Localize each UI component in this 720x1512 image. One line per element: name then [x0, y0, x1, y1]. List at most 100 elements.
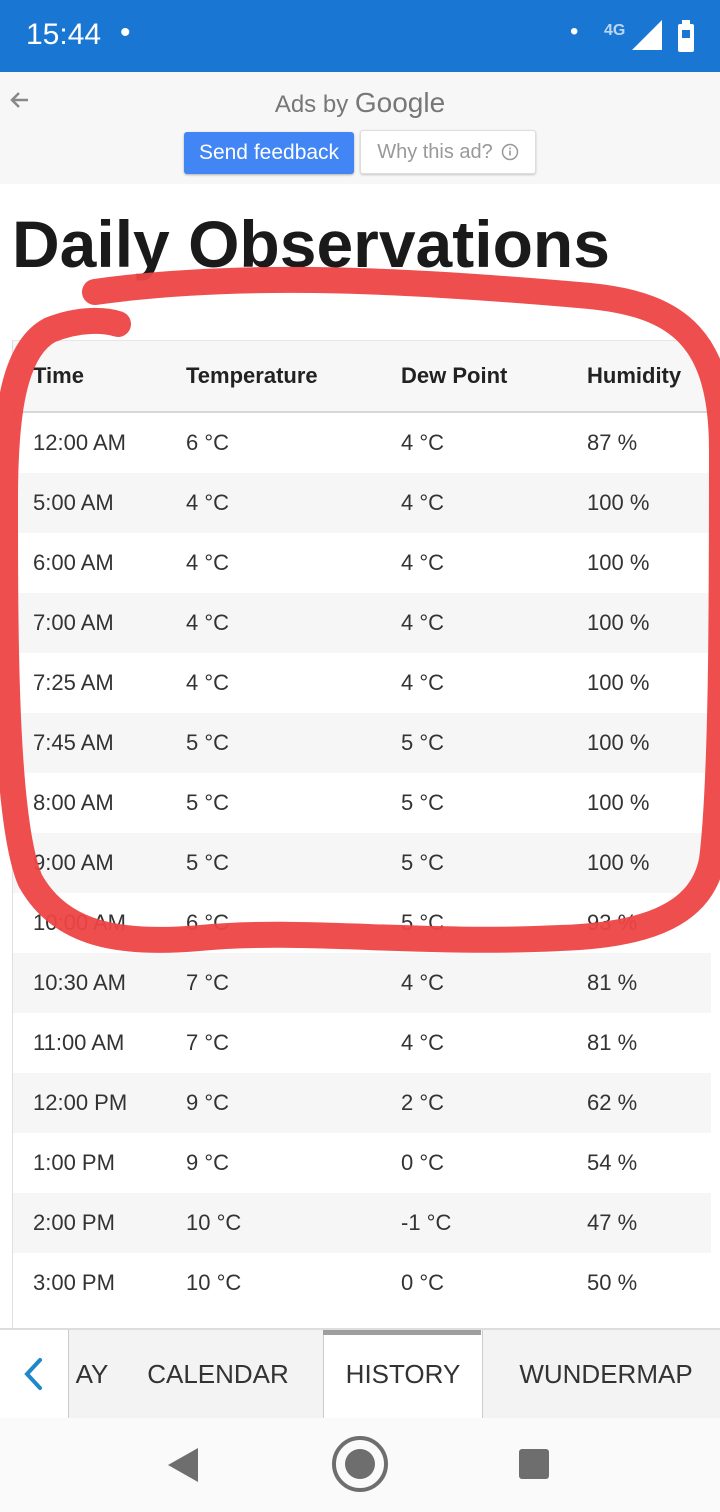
cell-humidity: 54 % — [587, 1150, 638, 1175]
column-header-humidity[interactable]: Humidity — [587, 363, 681, 389]
table-row: 9:00 AM 5 °C 5 °C 100 % — [13, 833, 711, 893]
cell-dew-point: 4 °C — [401, 610, 445, 635]
table-row: 3:00 PM 10 °C 0 °C 50 % — [13, 1253, 711, 1313]
ads-by-label: Ads by — [274, 91, 349, 118]
status-bar: 15:44 • • 4G — [0, 0, 720, 72]
cell-dew-point: 5 °C — [401, 730, 445, 755]
table-row: 8:00 AM 5 °C 5 °C 100 % — [13, 773, 711, 833]
cell-temperature: 9 °C — [186, 1090, 230, 1115]
tab-history[interactable]: HISTORY — [323, 1330, 483, 1418]
cell-dew-point: 4 °C — [401, 970, 445, 995]
cell-dew-point: 0 °C — [401, 1150, 445, 1175]
table-body: 12:00 AM 6 °C 4 °C 87 % 5:00 AM 4 °C 4 °C 100 %… — [13, 413, 711, 1313]
cell-temperature: 6 °C — [186, 910, 230, 935]
table-row: 12:00 PM 9 °C 2 °C 62 % — [13, 1073, 711, 1133]
active-tab-indicator — [323, 1330, 481, 1335]
table-row: 7:25 AM 4 °C 4 °C 100 % — [13, 653, 711, 713]
battery-icon — [678, 20, 694, 52]
tab-wundermap[interactable]: WUNDERMAP — [496, 1330, 716, 1418]
cell-time: 2:00 PM — [33, 1210, 115, 1235]
cell-dew-point: 5 °C — [401, 850, 445, 875]
nav-recents-icon[interactable] — [518, 1448, 550, 1480]
page-title: Daily Observations — [12, 207, 610, 281]
cell-dew-point: 4 °C — [401, 1030, 445, 1055]
tab-today[interactable]: AY — [68, 1330, 116, 1418]
cell-time: 7:25 AM — [33, 670, 114, 695]
notification-dot: • — [120, 16, 131, 49]
cell-humidity: 100 % — [587, 850, 650, 875]
cell-temperature: 9 °C — [186, 1150, 230, 1175]
table-row: 10:00 AM 6 °C 5 °C 93 % — [13, 893, 711, 953]
tabs-scroll-left-button[interactable] — [0, 1330, 69, 1418]
table-header: Time Temperature Dew Point Humidity — [13, 340, 711, 413]
cell-humidity: 93 % — [587, 910, 638, 935]
cell-dew-point: 0 °C — [401, 1270, 445, 1295]
cell-humidity: 100 % — [587, 490, 650, 515]
cell-dew-point: -1 °C — [401, 1210, 452, 1235]
cell-dew-point: 4 °C — [401, 550, 445, 575]
cell-temperature: 4 °C — [186, 490, 230, 515]
cell-humidity: 81 % — [587, 1030, 638, 1055]
cell-dew-point: 4 °C — [401, 490, 445, 515]
send-feedback-button[interactable]: Send feedback — [184, 132, 354, 174]
cell-time: 6:00 AM — [33, 550, 114, 575]
table-row: 11:00 AM 7 °C 4 °C 81 % — [13, 1013, 711, 1073]
cell-humidity: 100 % — [587, 550, 650, 575]
cell-temperature: 7 °C — [186, 1030, 230, 1055]
tab-calendar[interactable]: CALENDAR — [120, 1330, 316, 1418]
column-header-temperature[interactable]: Temperature — [186, 363, 318, 389]
nav-home-icon[interactable] — [330, 1434, 390, 1494]
cell-humidity: 100 % — [587, 610, 650, 635]
cell-temperature: 10 °C — [186, 1270, 242, 1295]
cell-humidity: 100 % — [587, 670, 650, 695]
cell-time: 7:00 AM — [33, 610, 114, 635]
why-this-ad-button[interactable]: Why this ad? — [360, 130, 536, 174]
table-row: 7:45 AM 5 °C 5 °C 100 % — [13, 713, 711, 773]
table-row: 1:00 PM 9 °C 0 °C 54 % — [13, 1133, 711, 1193]
table-row: 7:00 AM 4 °C 4 °C 100 % — [13, 593, 711, 653]
cell-humidity: 100 % — [587, 790, 650, 815]
cell-time: 12:00 PM — [33, 1090, 128, 1115]
chevron-left-icon — [24, 1358, 42, 1390]
cell-dew-point: 2 °C — [401, 1090, 445, 1115]
cell-time: 11:00 AM — [33, 1030, 125, 1055]
cell-humidity: 62 % — [587, 1090, 638, 1115]
cell-time: 5:00 AM — [33, 490, 114, 515]
cell-temperature: 7 °C — [186, 970, 230, 995]
cell-temperature: 5 °C — [186, 790, 230, 815]
observations-table: Time Temperature Dew Point Humidity 12:0… — [12, 340, 711, 1328]
table-row: 2:00 PM 10 °C -1 °C 47 % — [13, 1193, 711, 1253]
cell-humidity: 87 % — [587, 430, 638, 455]
cell-temperature: 4 °C — [186, 670, 230, 695]
google-logo-text: Google — [354, 87, 446, 118]
cell-time: 10:00 AM — [33, 910, 126, 935]
cell-humidity: 50 % — [587, 1270, 638, 1295]
cell-dew-point: 5 °C — [401, 910, 445, 935]
signal-icon — [632, 20, 662, 50]
system-navigation-bar — [0, 1418, 720, 1512]
cell-time: 12:00 AM — [33, 430, 126, 455]
nav-back-icon[interactable] — [166, 1446, 200, 1484]
table-row: 6:00 AM 4 °C 4 °C 100 % — [13, 533, 711, 593]
table-row: 5:00 AM 4 °C 4 °C 100 % — [13, 473, 711, 533]
status-dot: • — [570, 18, 579, 45]
table-row: 10:30 AM 7 °C 4 °C 81 % — [13, 953, 711, 1013]
cell-dew-point: 4 °C — [401, 430, 445, 455]
cell-temperature: 10 °C — [186, 1210, 242, 1235]
table-row: 12:00 AM 6 °C 4 °C 87 % — [13, 413, 711, 473]
network-type: 4G — [604, 22, 626, 39]
cell-dew-point: 4 °C — [401, 670, 445, 695]
column-header-time[interactable]: Time — [33, 363, 84, 389]
cell-temperature: 5 °C — [186, 850, 230, 875]
info-icon — [501, 143, 519, 161]
status-time: 15:44 — [26, 18, 102, 51]
ads-by-google: Ads by Google — [0, 87, 720, 119]
cell-time: 1:00 PM — [33, 1150, 115, 1175]
ad-banner: Ads by Google Send feedback Why this ad? — [0, 72, 720, 184]
cell-time: 3:00 PM — [33, 1270, 115, 1295]
cell-humidity: 81 % — [587, 970, 638, 995]
cell-humidity: 47 % — [587, 1210, 638, 1235]
column-header-dew-point[interactable]: Dew Point — [401, 363, 507, 389]
cell-time: 7:45 AM — [33, 730, 114, 755]
cell-time: 10:30 AM — [33, 970, 126, 995]
